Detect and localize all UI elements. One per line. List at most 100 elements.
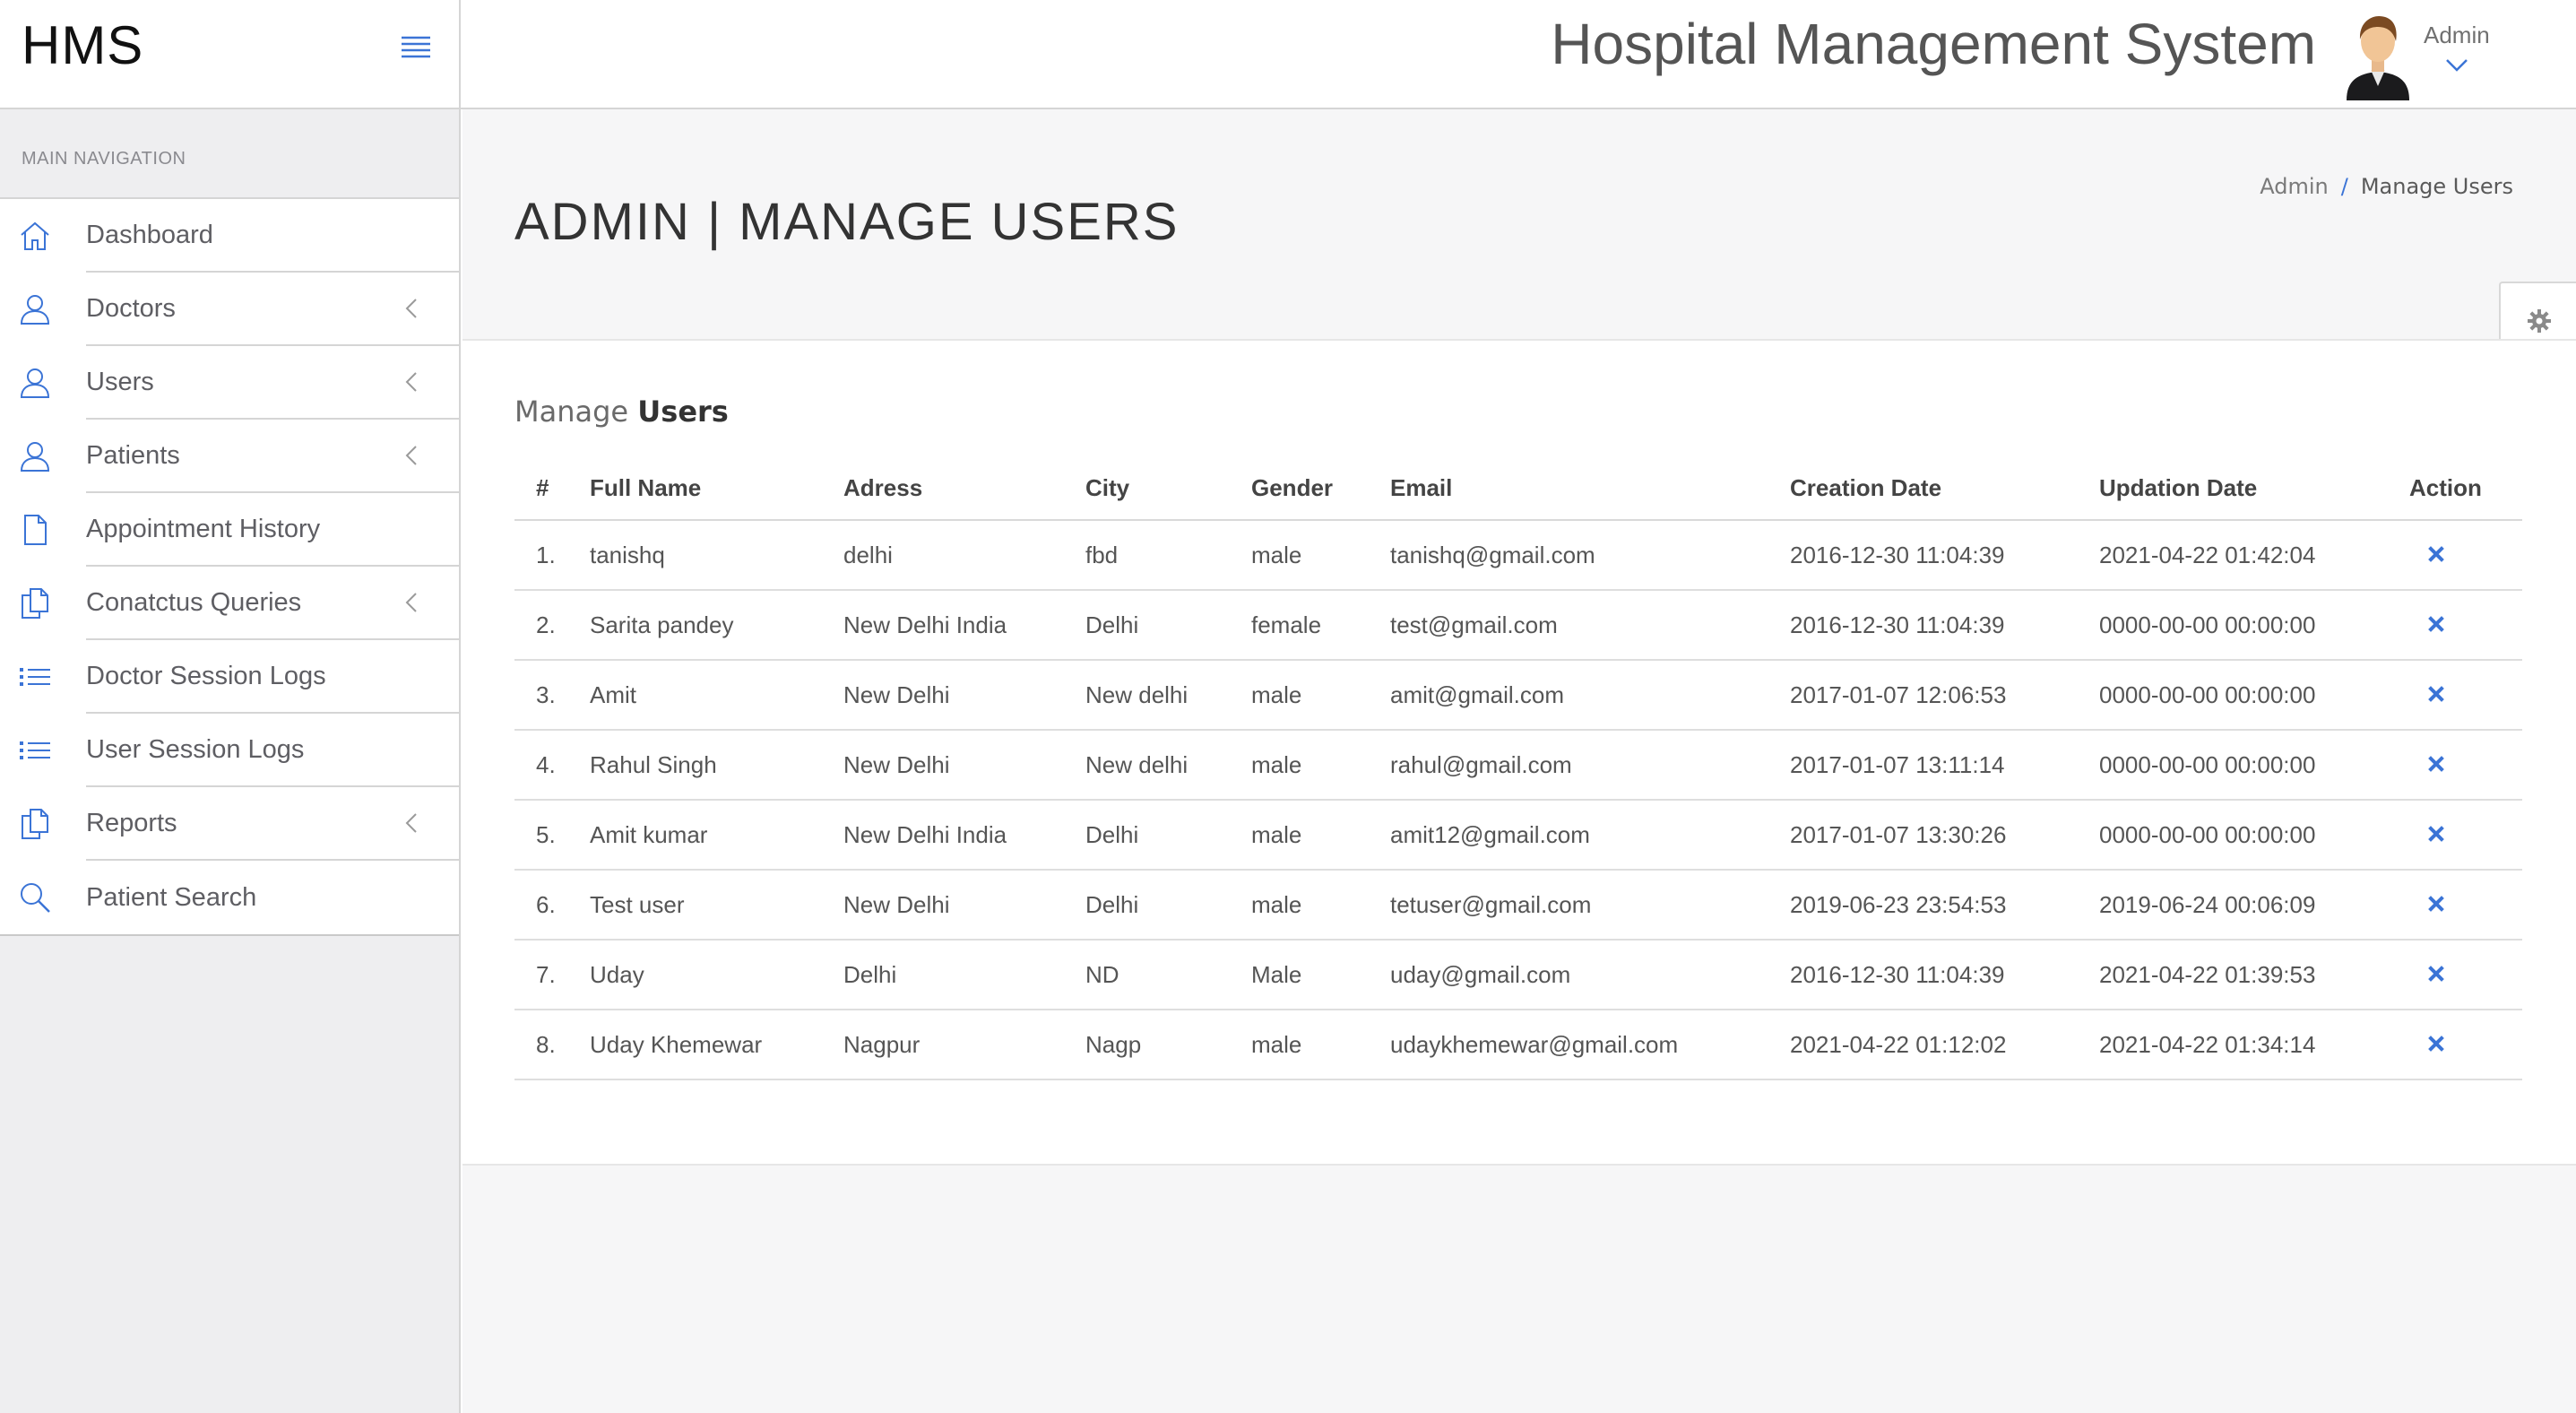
users-table: # Full Name Adress City Gender Email Cre…	[514, 457, 2522, 1080]
chevron-left-icon	[405, 371, 418, 393]
brand-logo-text[interactable]: HMS	[22, 14, 143, 76]
panel-title-bold: Users	[637, 394, 729, 429]
chevron-left-icon	[405, 592, 418, 613]
cell-city: Nagp	[1085, 1010, 1251, 1080]
cell-address: Delhi	[843, 940, 1085, 1010]
delete-x-icon[interactable]	[2427, 1031, 2445, 1052]
sidebar-item-contactus-queries[interactable]: Conatctus Queries	[22, 567, 459, 640]
file-icon	[18, 513, 52, 547]
table-row: 5. Amit kumar New Delhi India Delhi male amit…	[514, 800, 2522, 871]
table-row: 7. Uday Delhi ND Male uday@gmail.com 2016-12-3…	[514, 940, 2522, 1010]
files-icon	[18, 586, 52, 620]
delete-x-icon[interactable]	[2427, 821, 2445, 842]
page-title: ADMIN | MANAGE USERS	[514, 193, 1180, 251]
cell-full-name: Sarita pandey	[590, 590, 843, 661]
main-content: ADMIN | MANAGE USERS Admin / Manage Users …	[462, 109, 2576, 1413]
delete-x-icon[interactable]	[2427, 751, 2445, 772]
cell-action	[2409, 590, 2522, 661]
row-index: 1.	[514, 520, 590, 591]
delete-x-icon[interactable]	[2427, 542, 2445, 562]
sidebar-item-label: Patient Search	[86, 882, 257, 912]
user-icon	[18, 366, 52, 400]
nav-list: Dashboard Doctors Users Patients Appoint…	[0, 199, 459, 936]
cell-updation-date: 2019-06-24 00:06:09	[2099, 870, 2409, 941]
cell-creation-date: 2016-12-30 11:04:39	[1790, 940, 2099, 1010]
cell-email: tanishq@gmail.com	[1390, 520, 1790, 591]
user-name[interactable]: Admin	[2424, 22, 2490, 49]
table-header-row: # Full Name Adress City Gender Email Cre…	[514, 457, 2522, 521]
sidebar-item-doctor-session-logs[interactable]: Doctor Session Logs	[20, 640, 459, 714]
cell-full-name: Rahul Singh	[590, 730, 843, 801]
breadcrumb-root[interactable]: Admin	[2260, 174, 2329, 199]
sidebar-item-appointment-history[interactable]: Appointment History	[24, 493, 459, 567]
row-index: 6.	[514, 870, 590, 941]
sidebar-item-dashboard[interactable]: Dashboard	[21, 199, 459, 273]
delete-x-icon[interactable]	[2427, 611, 2445, 632]
delete-x-icon[interactable]	[2427, 891, 2445, 912]
cell-creation-date: 2016-12-30 11:04:39	[1790, 590, 2099, 661]
cell-city: New delhi	[1085, 730, 1251, 801]
column-header: #	[514, 457, 590, 521]
cell-email: amit12@gmail.com	[1390, 800, 1790, 871]
list-icon	[18, 733, 52, 767]
cell-city: Delhi	[1085, 590, 1251, 661]
cell-gender: male	[1251, 870, 1390, 941]
cell-email: amit@gmail.com	[1390, 660, 1790, 731]
sidebar-item-reports[interactable]: Reports	[22, 787, 459, 861]
cell-full-name: Test user	[590, 870, 843, 941]
cell-gender: male	[1251, 660, 1390, 731]
user-icon	[18, 292, 52, 326]
sidebar-item-user-session-logs[interactable]: User Session Logs	[20, 714, 459, 787]
breadcrumb-separator: /	[2340, 174, 2348, 199]
cell-updation-date: 2021-04-22 01:34:14	[2099, 1010, 2409, 1080]
row-index: 3.	[514, 660, 590, 731]
delete-x-icon[interactable]	[2427, 961, 2445, 982]
cell-gender: male	[1251, 1010, 1390, 1080]
cell-action	[2409, 870, 2522, 941]
cell-address: delhi	[843, 520, 1085, 591]
column-header: Email	[1390, 457, 1790, 521]
gear-icon	[2528, 309, 2551, 333]
sidebar-item-label: Doctors	[86, 293, 176, 323]
column-header: City	[1085, 457, 1251, 521]
cell-address: New Delhi India	[843, 590, 1085, 661]
sidebar-item-users[interactable]: Users	[20, 346, 459, 420]
delete-x-icon[interactable]	[2427, 681, 2445, 702]
cell-full-name: Uday Khemewar	[590, 1010, 843, 1080]
cell-updation-date: 0000-00-00 00:00:00	[2099, 660, 2409, 731]
row-index: 8.	[514, 1010, 590, 1080]
cell-updation-date: 0000-00-00 00:00:00	[2099, 800, 2409, 871]
sidebar-item-label: User Session Logs	[86, 734, 305, 764]
list-icon	[18, 660, 52, 694]
cell-address: New Delhi India	[843, 800, 1085, 871]
cell-action	[2409, 660, 2522, 731]
cell-gender: male	[1251, 730, 1390, 801]
cell-city: New delhi	[1085, 660, 1251, 731]
cell-updation-date: 0000-00-00 00:00:00	[2099, 730, 2409, 801]
cell-action	[2409, 520, 2522, 591]
cell-full-name: tanishq	[590, 520, 843, 591]
sidebar-item-doctors[interactable]: Doctors	[20, 273, 459, 346]
cell-email: udaykhemewar@gmail.com	[1390, 1010, 1790, 1080]
breadcrumb-current: Manage Users	[2360, 174, 2513, 199]
search-icon	[18, 880, 52, 915]
sidebar-item-label: Appointment History	[86, 514, 321, 543]
sidebar-item-patient-search[interactable]: Patient Search	[21, 861, 459, 934]
chevron-down-icon[interactable]	[2445, 57, 2468, 74]
cell-city: fbd	[1085, 520, 1251, 591]
panel-title-light: Manage	[514, 394, 629, 429]
column-header: Updation Date	[2099, 457, 2409, 521]
cell-gender: Male	[1251, 940, 1390, 1010]
sidebar-item-patients[interactable]: Patients	[20, 420, 459, 493]
menu-toggle-icon[interactable]	[400, 34, 432, 61]
cell-action	[2409, 730, 2522, 801]
cell-action	[2409, 940, 2522, 1010]
cell-address: New Delhi	[843, 660, 1085, 731]
chevron-left-icon	[405, 445, 418, 466]
column-header: Full Name	[590, 457, 843, 521]
cell-address: Nagpur	[843, 1010, 1085, 1080]
cell-city: Delhi	[1085, 870, 1251, 941]
user-avatar[interactable]	[2341, 11, 2415, 100]
table-body: 1. tanishq delhi fbd male tanishq@gmail.com 20…	[514, 520, 2522, 1080]
cell-address: New Delhi	[843, 870, 1085, 941]
